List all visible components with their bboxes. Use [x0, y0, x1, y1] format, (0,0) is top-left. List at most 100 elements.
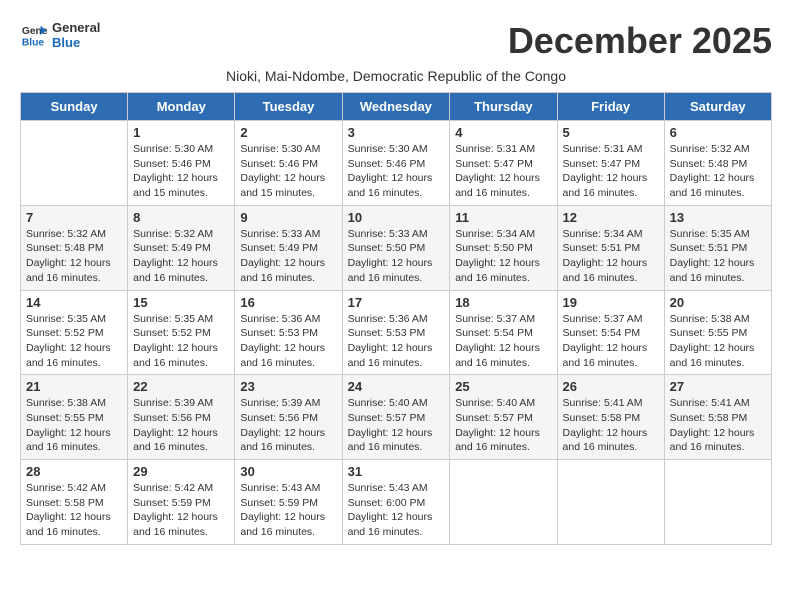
day-info: Sunrise: 5:30 AM Sunset: 5:46 PM Dayligh…: [240, 142, 336, 201]
header-cell-tuesday: Tuesday: [235, 93, 342, 121]
day-number: 1: [133, 125, 229, 140]
calendar-cell: 14Sunrise: 5:35 AM Sunset: 5:52 PM Dayli…: [21, 290, 128, 375]
day-info: Sunrise: 5:34 AM Sunset: 5:51 PM Dayligh…: [563, 227, 659, 286]
calendar-cell: 2Sunrise: 5:30 AM Sunset: 5:46 PM Daylig…: [235, 121, 342, 206]
month-title: December 2025: [508, 20, 772, 62]
day-info: Sunrise: 5:39 AM Sunset: 5:56 PM Dayligh…: [240, 396, 336, 455]
day-number: 19: [563, 295, 659, 310]
calendar-cell: 8Sunrise: 5:32 AM Sunset: 5:49 PM Daylig…: [128, 205, 235, 290]
day-info: Sunrise: 5:35 AM Sunset: 5:51 PM Dayligh…: [670, 227, 766, 286]
calendar-cell: 5 Sunrise: 5:31 AM Sunset: 5:47 PM Daylig…: [557, 121, 664, 206]
calendar-cell: 28 Sunrise: 5:42 AM Sunset: 5:58 PM Dayli…: [21, 460, 128, 545]
calendar-week-4: 21Sunrise: 5:38 AM Sunset: 5:55 PM Dayli…: [21, 375, 772, 460]
day-number: 20: [670, 295, 766, 310]
day-info: Sunrise: 5:32 AM Sunset: 5:49 PM Dayligh…: [133, 227, 229, 286]
calendar-header-row: SundayMondayTuesdayWednesdayThursdayFrid…: [21, 93, 772, 121]
day-number: 7: [26, 210, 122, 225]
day-info: Sunrise: 5:32 AM Sunset: 5:48 PM Dayligh…: [670, 142, 766, 201]
day-number: 18: [455, 295, 551, 310]
header-cell-friday: Friday: [557, 93, 664, 121]
day-number: 13: [670, 210, 766, 225]
day-number: 17: [348, 295, 445, 310]
title-block: December 2025: [508, 20, 772, 62]
day-info: Sunrise: 5:37 AM Sunset: 5:54 PM Dayligh…: [563, 312, 659, 371]
day-info: Sunrise: 5:35 AM Sunset: 5:52 PM Dayligh…: [133, 312, 229, 371]
calendar-cell: 10 Sunrise: 5:33 AM Sunset: 5:50 PM Dayli…: [342, 205, 450, 290]
day-number: 21: [26, 379, 122, 394]
day-info: Sunrise: 5:40 AM Sunset: 5:57 PM Dayligh…: [348, 396, 445, 455]
day-info: Sunrise: 5:40 AM Sunset: 5:57 PM Dayligh…: [455, 396, 551, 455]
day-info: Sunrise: 5:43 AM Sunset: 6:00 PM Dayligh…: [348, 481, 445, 540]
calendar-cell: 7 Sunrise: 5:32 AM Sunset: 5:48 PM Daylig…: [21, 205, 128, 290]
calendar-cell: 18 Sunrise: 5:37 AM Sunset: 5:54 PM Dayli…: [450, 290, 557, 375]
calendar-body: 1 Sunrise: 5:30 AM Sunset: 5:46 PM Daylig…: [21, 121, 772, 545]
calendar-cell: 6 Sunrise: 5:32 AM Sunset: 5:48 PM Daylig…: [664, 121, 771, 206]
calendar-cell: 29Sunrise: 5:42 AM Sunset: 5:59 PM Dayli…: [128, 460, 235, 545]
day-info: Sunrise: 5:41 AM Sunset: 5:58 PM Dayligh…: [670, 396, 766, 455]
day-number: 29: [133, 464, 229, 479]
calendar-cell: 21Sunrise: 5:38 AM Sunset: 5:55 PM Dayli…: [21, 375, 128, 460]
day-number: 26: [563, 379, 659, 394]
day-number: 9: [240, 210, 336, 225]
header-cell-monday: Monday: [128, 93, 235, 121]
day-number: 27: [670, 379, 766, 394]
day-number: 5: [563, 125, 659, 140]
day-number: 30: [240, 464, 336, 479]
day-number: 11: [455, 210, 551, 225]
day-info: Sunrise: 5:37 AM Sunset: 5:54 PM Dayligh…: [455, 312, 551, 371]
svg-text:Blue: Blue: [22, 37, 45, 48]
day-number: 10: [348, 210, 445, 225]
calendar-cell: 19 Sunrise: 5:37 AM Sunset: 5:54 PM Dayli…: [557, 290, 664, 375]
subtitle: Nioki, Mai-Ndombe, Democratic Republic o…: [20, 68, 772, 84]
calendar-table: SundayMondayTuesdayWednesdayThursdayFrid…: [20, 92, 772, 545]
logo-text-line1: General: [52, 20, 100, 35]
calendar-cell: 13 Sunrise: 5:35 AM Sunset: 5:51 PM Dayli…: [664, 205, 771, 290]
calendar-cell: 27 Sunrise: 5:41 AM Sunset: 5:58 PM Dayli…: [664, 375, 771, 460]
day-info: Sunrise: 5:38 AM Sunset: 5:55 PM Dayligh…: [670, 312, 766, 371]
day-info: Sunrise: 5:33 AM Sunset: 5:49 PM Dayligh…: [240, 227, 336, 286]
day-number: 24: [348, 379, 445, 394]
calendar-cell: 31Sunrise: 5:43 AM Sunset: 6:00 PM Dayli…: [342, 460, 450, 545]
logo-icon: General Blue: [20, 21, 48, 49]
day-info: Sunrise: 5:35 AM Sunset: 5:52 PM Dayligh…: [26, 312, 122, 371]
day-info: Sunrise: 5:31 AM Sunset: 5:47 PM Dayligh…: [455, 142, 551, 201]
calendar-cell: [664, 460, 771, 545]
calendar-cell: 25 Sunrise: 5:40 AM Sunset: 5:57 PM Dayli…: [450, 375, 557, 460]
day-info: Sunrise: 5:42 AM Sunset: 5:58 PM Dayligh…: [26, 481, 122, 540]
calendar-week-5: 28 Sunrise: 5:42 AM Sunset: 5:58 PM Dayli…: [21, 460, 772, 545]
day-number: 6: [670, 125, 766, 140]
calendar-cell: [21, 121, 128, 206]
calendar-cell: 9 Sunrise: 5:33 AM Sunset: 5:49 PM Daylig…: [235, 205, 342, 290]
day-number: 16: [240, 295, 336, 310]
calendar-cell: 3 Sunrise: 5:30 AM Sunset: 5:46 PM Daylig…: [342, 121, 450, 206]
day-info: Sunrise: 5:33 AM Sunset: 5:50 PM Dayligh…: [348, 227, 445, 286]
day-number: 4: [455, 125, 551, 140]
day-info: Sunrise: 5:34 AM Sunset: 5:50 PM Dayligh…: [455, 227, 551, 286]
logo: General Blue General Blue: [20, 20, 100, 50]
day-info: Sunrise: 5:41 AM Sunset: 5:58 PM Dayligh…: [563, 396, 659, 455]
day-info: Sunrise: 5:43 AM Sunset: 5:59 PM Dayligh…: [240, 481, 336, 540]
calendar-cell: 22 Sunrise: 5:39 AM Sunset: 5:56 PM Dayli…: [128, 375, 235, 460]
day-info: Sunrise: 5:39 AM Sunset: 5:56 PM Dayligh…: [133, 396, 229, 455]
header-cell-wednesday: Wednesday: [342, 93, 450, 121]
day-number: 25: [455, 379, 551, 394]
calendar-week-3: 14Sunrise: 5:35 AM Sunset: 5:52 PM Dayli…: [21, 290, 772, 375]
day-info: Sunrise: 5:30 AM Sunset: 5:46 PM Dayligh…: [133, 142, 229, 201]
day-number: 28: [26, 464, 122, 479]
calendar-week-1: 1 Sunrise: 5:30 AM Sunset: 5:46 PM Daylig…: [21, 121, 772, 206]
day-info: Sunrise: 5:30 AM Sunset: 5:46 PM Dayligh…: [348, 142, 445, 201]
calendar-cell: 16Sunrise: 5:36 AM Sunset: 5:53 PM Dayli…: [235, 290, 342, 375]
day-number: 22: [133, 379, 229, 394]
logo-text-line2: Blue: [52, 35, 100, 50]
day-number: 23: [240, 379, 336, 394]
day-info: Sunrise: 5:32 AM Sunset: 5:48 PM Dayligh…: [26, 227, 122, 286]
day-info: Sunrise: 5:36 AM Sunset: 5:53 PM Dayligh…: [348, 312, 445, 371]
calendar-cell: 24 Sunrise: 5:40 AM Sunset: 5:57 PM Dayli…: [342, 375, 450, 460]
calendar-week-2: 7 Sunrise: 5:32 AM Sunset: 5:48 PM Daylig…: [21, 205, 772, 290]
calendar-cell: 17 Sunrise: 5:36 AM Sunset: 5:53 PM Dayli…: [342, 290, 450, 375]
calendar-cell: 20 Sunrise: 5:38 AM Sunset: 5:55 PM Dayli…: [664, 290, 771, 375]
day-info: Sunrise: 5:31 AM Sunset: 5:47 PM Dayligh…: [563, 142, 659, 201]
calendar-cell: 30 Sunrise: 5:43 AM Sunset: 5:59 PM Dayli…: [235, 460, 342, 545]
calendar-cell: 4 Sunrise: 5:31 AM Sunset: 5:47 PM Daylig…: [450, 121, 557, 206]
day-number: 3: [348, 125, 445, 140]
